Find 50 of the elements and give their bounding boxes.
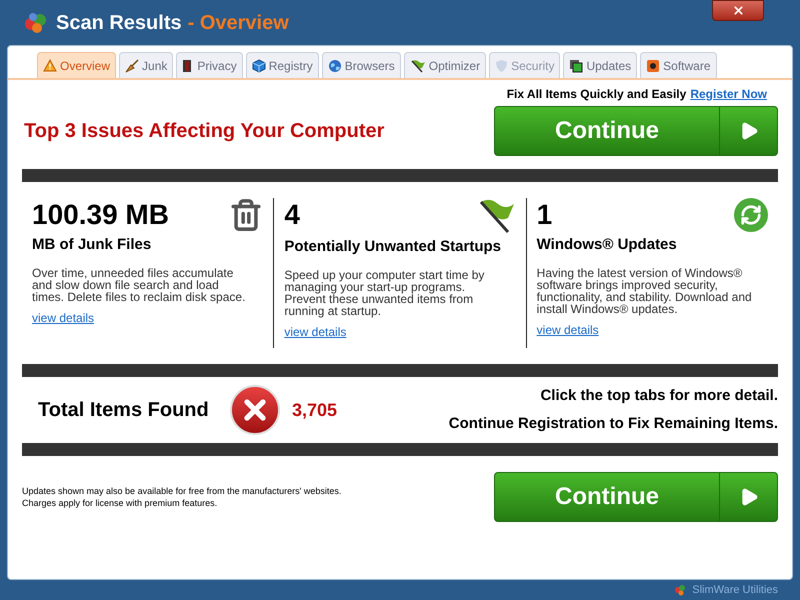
error-icon <box>230 385 280 435</box>
view-details-link[interactable]: view details <box>536 320 599 338</box>
disclaimer-text: Charges apply for license with premium features. <box>22 497 218 509</box>
tab[interactable]: Overview <box>37 52 116 78</box>
tab[interactable]: Browsers <box>322 52 401 78</box>
tab[interactable]: Junk <box>119 52 174 78</box>
hint-text: Continue Registration to Fix Remaining Items. <box>448 414 778 434</box>
close-icon <box>732 4 744 17</box>
trash-icon <box>229 198 264 232</box>
continue-button[interactable]: Continue <box>494 106 778 156</box>
tab[interactable]: Updates <box>563 52 638 78</box>
view-details-link[interactable]: view details <box>284 322 346 340</box>
issue-description: Speed up your computer start time by managing your start-up programs. Prevent these unwanted items from running at startup. <box>284 268 486 316</box>
issue-title: Windows® Updates <box>536 235 678 255</box>
tab[interactable]: Registry <box>246 52 319 78</box>
logo-icon <box>24 12 48 34</box>
broom-icon <box>125 58 140 72</box>
issue-description: Having the latest version of Windows® software brings improved security, functionality, and stability. Download and install Windows® updates. <box>536 266 753 314</box>
hint-text: Click the top tabs for more detail. <box>540 386 778 406</box>
tab[interactable]: Optimizer <box>404 52 486 78</box>
total-label: Total Items Found <box>38 398 210 423</box>
issue-title: Potentially Unwanted Startups <box>284 237 502 257</box>
logo-icon <box>674 584 686 596</box>
issue-value: 4 <box>284 198 300 232</box>
window-stack-icon <box>569 58 584 72</box>
footer-brand: SlimWare Utilities <box>692 582 778 598</box>
flag-icon <box>478 198 516 234</box>
tab[interactable]: Software <box>640 52 717 78</box>
headline: Top 3 Issues Affecting Your Computer <box>24 119 384 144</box>
disclaimer-text: Updates shown may also be available for free from the manufacturers' websites. <box>22 485 342 497</box>
window-title: Scan Results <box>56 10 182 36</box>
issue-value: 1 <box>536 198 552 232</box>
register-link[interactable]: Register Now <box>690 85 767 103</box>
globe-icon <box>328 58 342 72</box>
cube-icon <box>252 58 266 72</box>
issue-description: Over time, unneeded files accumulate and slow down file search and load times. Delete files to reclaim disk space. <box>32 266 246 302</box>
package-icon <box>646 58 660 72</box>
promo-text: Fix All Items Quickly and Easily <box>506 86 686 103</box>
view-details-link[interactable]: view details <box>32 308 94 326</box>
total-count: 3,705 <box>292 398 338 422</box>
refresh-icon <box>734 198 768 232</box>
close-button[interactable] <box>712 0 764 21</box>
issue-title: MB of Junk Files <box>32 235 152 255</box>
issue-value: 100.39 MB <box>32 198 169 232</box>
flag-icon <box>410 58 426 72</box>
warning-icon <box>43 59 57 72</box>
shield-icon <box>495 58 508 72</box>
continue-button[interactable]: Continue <box>494 472 778 522</box>
tab[interactable]: Privacy <box>176 52 243 78</box>
window-subtitle: - Overview <box>188 10 289 36</box>
